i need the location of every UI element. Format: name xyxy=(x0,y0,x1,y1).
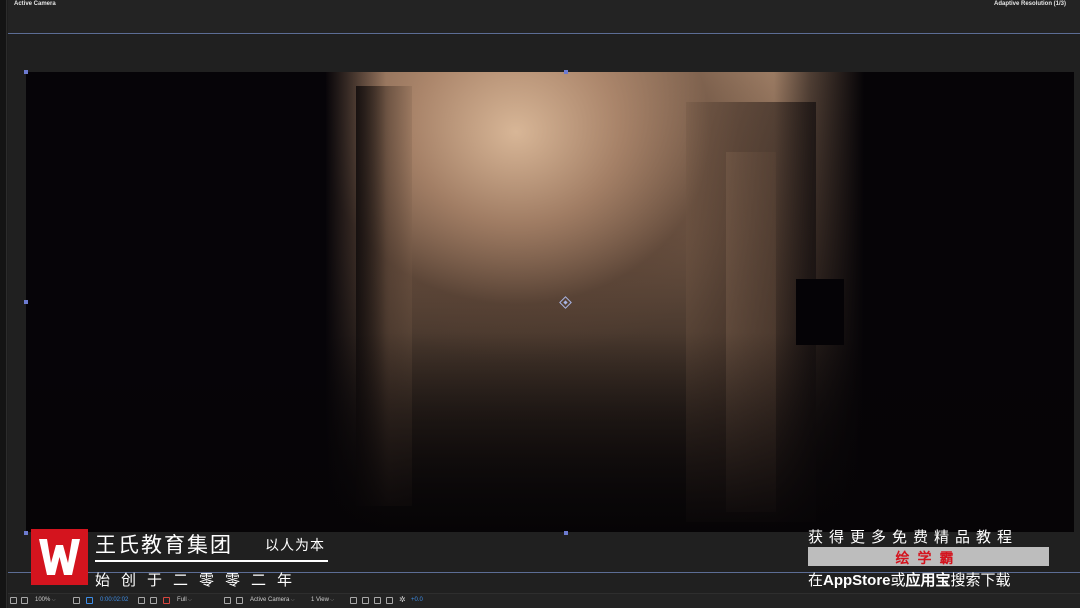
promo-download-line: 在AppStore或应用宝搜索下载 xyxy=(808,569,1011,590)
transparency-grid-icon[interactable] xyxy=(236,597,243,604)
promo-app-banner: 绘学霸 xyxy=(808,547,1049,566)
reset-exposure-icon[interactable]: ✲ xyxy=(399,595,406,604)
snapshot-icon[interactable] xyxy=(138,597,145,604)
promo-headline: 获得更多免费精品教程 xyxy=(808,529,1019,546)
flowchart-icon[interactable] xyxy=(386,597,393,604)
promo-appstore: AppStore xyxy=(823,572,891,589)
fast-previews-icon[interactable] xyxy=(224,597,231,604)
transform-handle-top-left[interactable] xyxy=(24,70,28,74)
promo-market: 应用宝 xyxy=(905,572,951,589)
resolution-dropdown[interactable]: Full xyxy=(177,597,192,603)
wangshi-logo xyxy=(31,529,88,585)
brand-since: 始创于二零零二年 xyxy=(95,572,304,589)
transform-handle-top-center[interactable] xyxy=(564,70,568,74)
promo-app-name: 绘学霸 xyxy=(895,550,962,566)
scene-window xyxy=(796,279,844,345)
transform-handle-middle-left[interactable] xyxy=(24,300,28,304)
composition-frame[interactable] xyxy=(26,72,1074,532)
show-snapshot-icon[interactable] xyxy=(150,597,157,604)
adaptive-resolution-label: Adaptive Resolution (1/3) xyxy=(993,1,1066,7)
promo-pre: 在 xyxy=(808,572,824,589)
color-channel-icon[interactable] xyxy=(163,597,170,604)
left-panel-edge xyxy=(0,0,7,608)
transform-handle-bottom-left[interactable] xyxy=(24,531,28,535)
promo-or: 或 xyxy=(890,572,906,589)
current-time-display[interactable]: 0:00:02:02 xyxy=(100,597,128,603)
brand-motto: 以人为本 xyxy=(265,537,325,553)
transform-handle-bottom-center[interactable] xyxy=(564,531,568,535)
monitor-icon[interactable] xyxy=(21,597,28,604)
camera-view-dropdown[interactable]: Active Camera xyxy=(250,597,295,603)
fast-draft-icon[interactable] xyxy=(362,597,369,604)
safe-margins-icon[interactable] xyxy=(73,597,80,604)
active-camera-label: Active Camera xyxy=(14,1,56,7)
after-effects-window: Active Camera Adaptive Resolution (1/3) … xyxy=(0,0,1080,608)
magnification-dropdown[interactable]: 100% xyxy=(35,597,56,603)
timeline-icon[interactable] xyxy=(374,597,381,604)
region-of-interest-icon[interactable] xyxy=(86,597,93,604)
view-layout-dropdown[interactable]: 1 View xyxy=(311,597,334,603)
toggle-pixel-aspect-icon[interactable] xyxy=(350,597,357,604)
composition-viewer-header: Active Camera Adaptive Resolution (1/3) xyxy=(8,0,1080,34)
always-preview-icon[interactable] xyxy=(10,597,17,604)
viewer-bottom-toolbar: 100% 0:00:02:02 Full Active Camera 1 Vie… xyxy=(8,593,1080,608)
promo-post: 搜索下载 xyxy=(950,572,1011,589)
brand-name: 王氏教育集团 xyxy=(95,534,233,557)
logo-w-icon xyxy=(39,539,80,575)
scene-shadow-bottom xyxy=(26,332,1074,532)
brand-divider xyxy=(95,560,328,562)
exposure-value[interactable]: +0.0 xyxy=(411,597,423,603)
